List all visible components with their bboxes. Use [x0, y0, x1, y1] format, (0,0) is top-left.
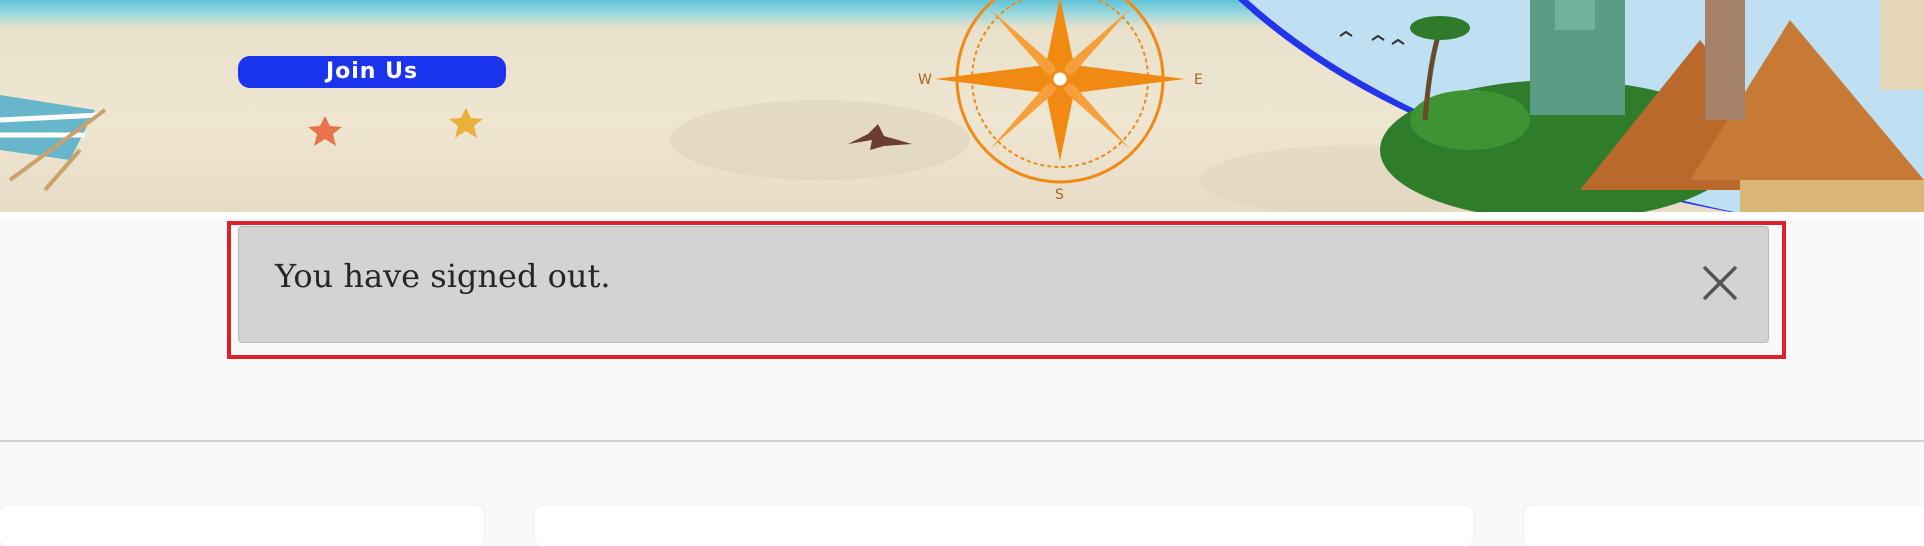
banner-artwork: W E S: [0, 0, 1924, 212]
close-icon[interactable]: [1700, 263, 1740, 303]
signed-out-alert: You have signed out.: [238, 226, 1769, 343]
starfish-icon: [308, 116, 342, 146]
beach-chair-icon: [0, 95, 107, 192]
compass-south-label: S: [1055, 187, 1064, 203]
starfish-icon: [449, 108, 483, 138]
compass-west-label: W: [918, 72, 932, 88]
alert-message: You have signed out.: [275, 257, 611, 295]
compass-east-label: E: [1194, 72, 1203, 88]
header-banner: W E S Join Us: [0, 0, 1924, 212]
section-divider: [0, 440, 1924, 442]
content-card: [0, 506, 484, 546]
banner-divider: [0, 212, 1924, 218]
content-card: [1524, 506, 1924, 546]
compass-rose-icon: W E S: [918, 0, 1203, 203]
join-us-button[interactable]: Join Us: [238, 56, 506, 88]
content-card: [535, 506, 1473, 546]
